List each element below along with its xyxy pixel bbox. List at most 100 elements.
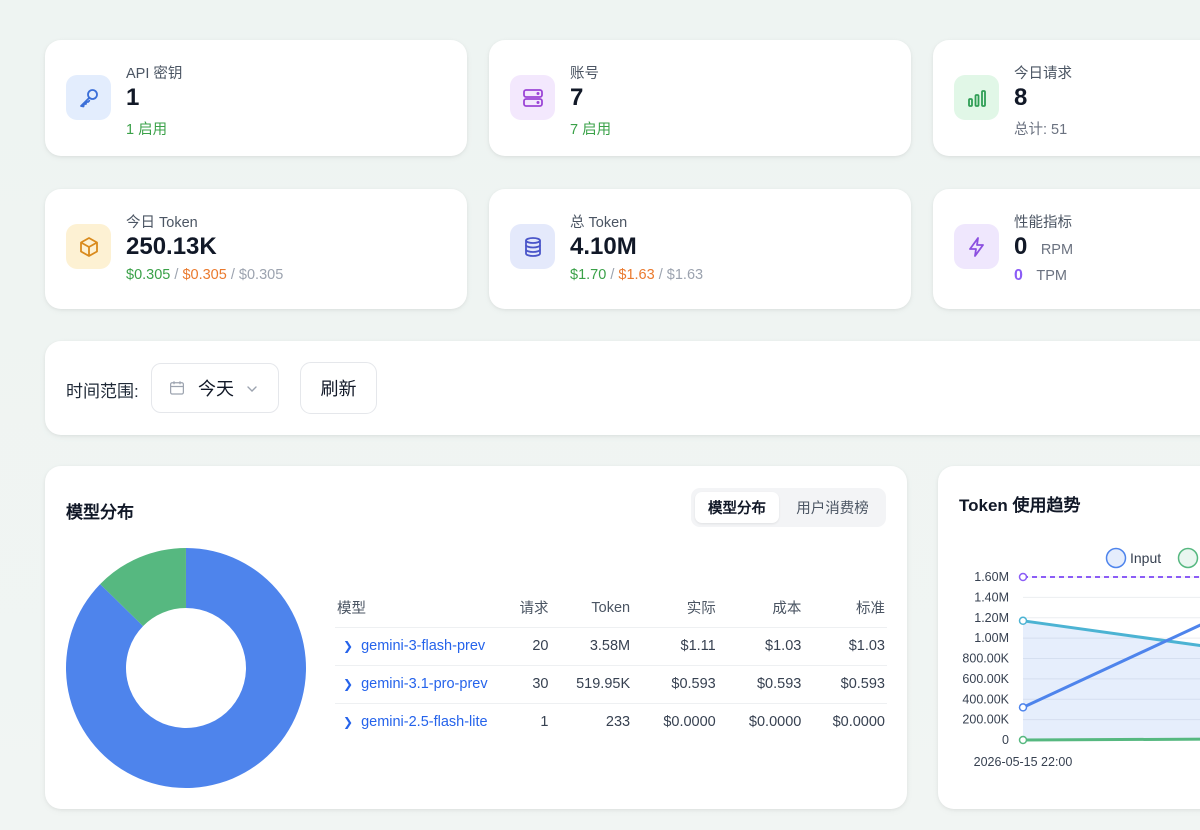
requests: 1 xyxy=(540,714,549,731)
tpm-line: 0 TPM xyxy=(1014,267,1067,285)
col-model: 模型 xyxy=(335,589,505,628)
rpm-value: 0 xyxy=(1014,233,1028,260)
stat-card-accounts: 账号 7 7 启用 xyxy=(489,40,911,156)
token-trend-chart: 0 200.00K 400.00K 600.00K 800.00K 1.00M 1.20M 1… xyxy=(962,547,1200,769)
data-point xyxy=(1018,616,1028,626)
stat-value: 4.10M xyxy=(570,233,637,260)
y-tick-label: 400.00K xyxy=(962,692,1009,706)
col-standard: 标准 xyxy=(803,589,887,628)
stat-card-today-token: 今日 Token 250.13K $0.305 / $0.305 / $0.30… xyxy=(45,189,467,309)
model-table: 模型 请求 Token 实际 成本 标准 ❯ gemini-3-flash-pre… xyxy=(335,589,887,741)
token-trend-panel: Token 使用趋势 0 200.00K 400.00K 600.00K 800.00K… xyxy=(938,466,1200,809)
col-cost: 成本 xyxy=(717,589,804,628)
y-tick-label: 1.00M xyxy=(974,631,1009,645)
chevron-right-icon: ❯ xyxy=(343,639,354,653)
data-point xyxy=(1018,735,1028,745)
panel-title: 模型分布 xyxy=(66,503,134,522)
tab-model-distribution[interactable]: 模型分布 xyxy=(695,492,779,523)
actual: $0.593 xyxy=(632,665,718,704)
data-point xyxy=(1018,572,1028,582)
stat-card-api-keys: API 密钥 1 1 启用 xyxy=(45,40,467,156)
stat-value: 7 xyxy=(570,84,584,111)
y-tick-label: 600.00K xyxy=(962,672,1009,686)
cost: $1.63 xyxy=(618,267,655,283)
stat-title: 性能指标 xyxy=(1014,215,1072,231)
stat-subtext: 总计: 51 xyxy=(1014,122,1068,138)
actual: $0.0000 xyxy=(663,714,716,731)
stat-value: 250.13K xyxy=(126,233,217,260)
tab-user-consumption[interactable]: 用户消费榜 xyxy=(783,492,882,523)
table-row[interactable]: ❯ gemini-3-flash-prev 20 3.58M $1.11 $1.0… xyxy=(335,627,887,666)
database-icon xyxy=(510,224,555,269)
model-name: gemini-2.5-flash-lite xyxy=(361,714,488,731)
tpm-value: 0 xyxy=(1014,267,1023,284)
y-tick-label: 800.00K xyxy=(962,652,1009,666)
tokens: 233 xyxy=(605,714,631,731)
model-donut-chart xyxy=(66,548,306,788)
stat-card-total-token: 总 Token 4.10M $1.70 / $1.63 / $1.63 xyxy=(489,189,911,309)
cube-icon xyxy=(66,224,111,269)
standard: $1.03 xyxy=(803,627,887,666)
filter-bar: 时间范围: 今天 刷新 xyxy=(45,341,1200,435)
rpm-label: RPM xyxy=(1040,242,1074,258)
stat-cost-line: $0.305 / $0.305 / $0.305 xyxy=(126,267,284,283)
table-row[interactable]: ❯ gemini-3.1-pro-prev 30 519.95K $0.593 $… xyxy=(335,665,887,704)
cost: $1.03 xyxy=(717,627,804,666)
actual-cost: $1.70 xyxy=(570,267,607,283)
data-point xyxy=(1018,703,1028,712)
chevron-down-icon xyxy=(247,386,257,392)
lightning-icon xyxy=(954,224,999,269)
time-range-select[interactable]: 今天 xyxy=(151,363,279,413)
stat-card-today-requests: 今日请求 8 总计: 51 xyxy=(933,40,1200,156)
stat-value: 1 xyxy=(126,84,140,111)
stat-title: 今日请求 xyxy=(1014,66,1072,82)
stat-title: 账号 xyxy=(570,66,599,82)
key-icon xyxy=(66,75,111,120)
legend-label: Input xyxy=(1130,550,1161,566)
rpm-line: 0 RPM xyxy=(1014,233,1073,261)
stat-card-performance: 性能指标 0 RPM 0 TPM xyxy=(933,189,1200,309)
stat-subtext: 7 启用 xyxy=(570,122,612,138)
tokens: 3.58M xyxy=(550,627,633,666)
panel-tabs: 模型分布 用户消费榜 xyxy=(691,488,886,527)
y-tick-label: 200.00K xyxy=(962,713,1009,727)
bar-chart-icon xyxy=(954,75,999,120)
col-actual: 实际 xyxy=(632,589,718,628)
y-tick-label: 0 xyxy=(1002,733,1009,747)
chevron-right-icon: ❯ xyxy=(343,677,354,691)
model-name: gemini-3-flash-prev xyxy=(361,638,486,654)
col-token: Token xyxy=(550,589,633,628)
actual: $1.11 xyxy=(632,627,718,666)
cost: $0.305 xyxy=(182,267,227,283)
cost: $0.0000 xyxy=(748,714,802,731)
y-tick-label: 1.20M xyxy=(974,611,1009,625)
tokens: 519.95K xyxy=(550,665,633,704)
table-row[interactable]: ❯ gemini-2.5-flash-lite 1 233 $0.0000 $0.… xyxy=(335,703,887,741)
model-distribution-panel: 模型分布 模型分布 用户消费榜 模型 请求 Token 实际 成本 标准 ❯ ge… xyxy=(45,466,907,809)
stat-value: 8 xyxy=(1014,84,1028,111)
standard-cost: $1.63 xyxy=(666,267,704,283)
col-requests: 请求 xyxy=(504,589,551,628)
stat-subtext: 1 启用 xyxy=(126,122,168,138)
legend-swatch xyxy=(1105,547,1127,569)
requests: 20 xyxy=(504,627,551,666)
time-range-value: 今天 xyxy=(198,379,234,399)
standard: $0.593 xyxy=(803,665,887,704)
y-tick-label: 1.60M xyxy=(974,570,1009,584)
x-tick-label: 2026-05-15 22:00 xyxy=(974,755,1073,769)
standard: $0.0000 xyxy=(832,714,885,731)
calendar-icon xyxy=(170,381,184,395)
model-name: gemini-3.1-pro-prev xyxy=(361,676,488,692)
cost: $0.593 xyxy=(717,665,804,704)
series-line xyxy=(1022,737,1200,742)
actual-cost: $0.305 xyxy=(126,267,171,283)
time-range-label: 时间范围: xyxy=(66,382,139,401)
standard-cost: $0.305 xyxy=(238,267,284,283)
requests: 30 xyxy=(504,665,551,704)
stat-title: API 密钥 xyxy=(126,66,183,82)
stat-cost-line: $1.70 / $1.63 / $1.63 xyxy=(570,267,704,283)
chevron-right-icon: ❯ xyxy=(343,715,354,730)
refresh-button[interactable]: 刷新 xyxy=(300,362,377,414)
y-tick-label: 1.40M xyxy=(974,590,1009,604)
server-icon xyxy=(510,75,555,120)
